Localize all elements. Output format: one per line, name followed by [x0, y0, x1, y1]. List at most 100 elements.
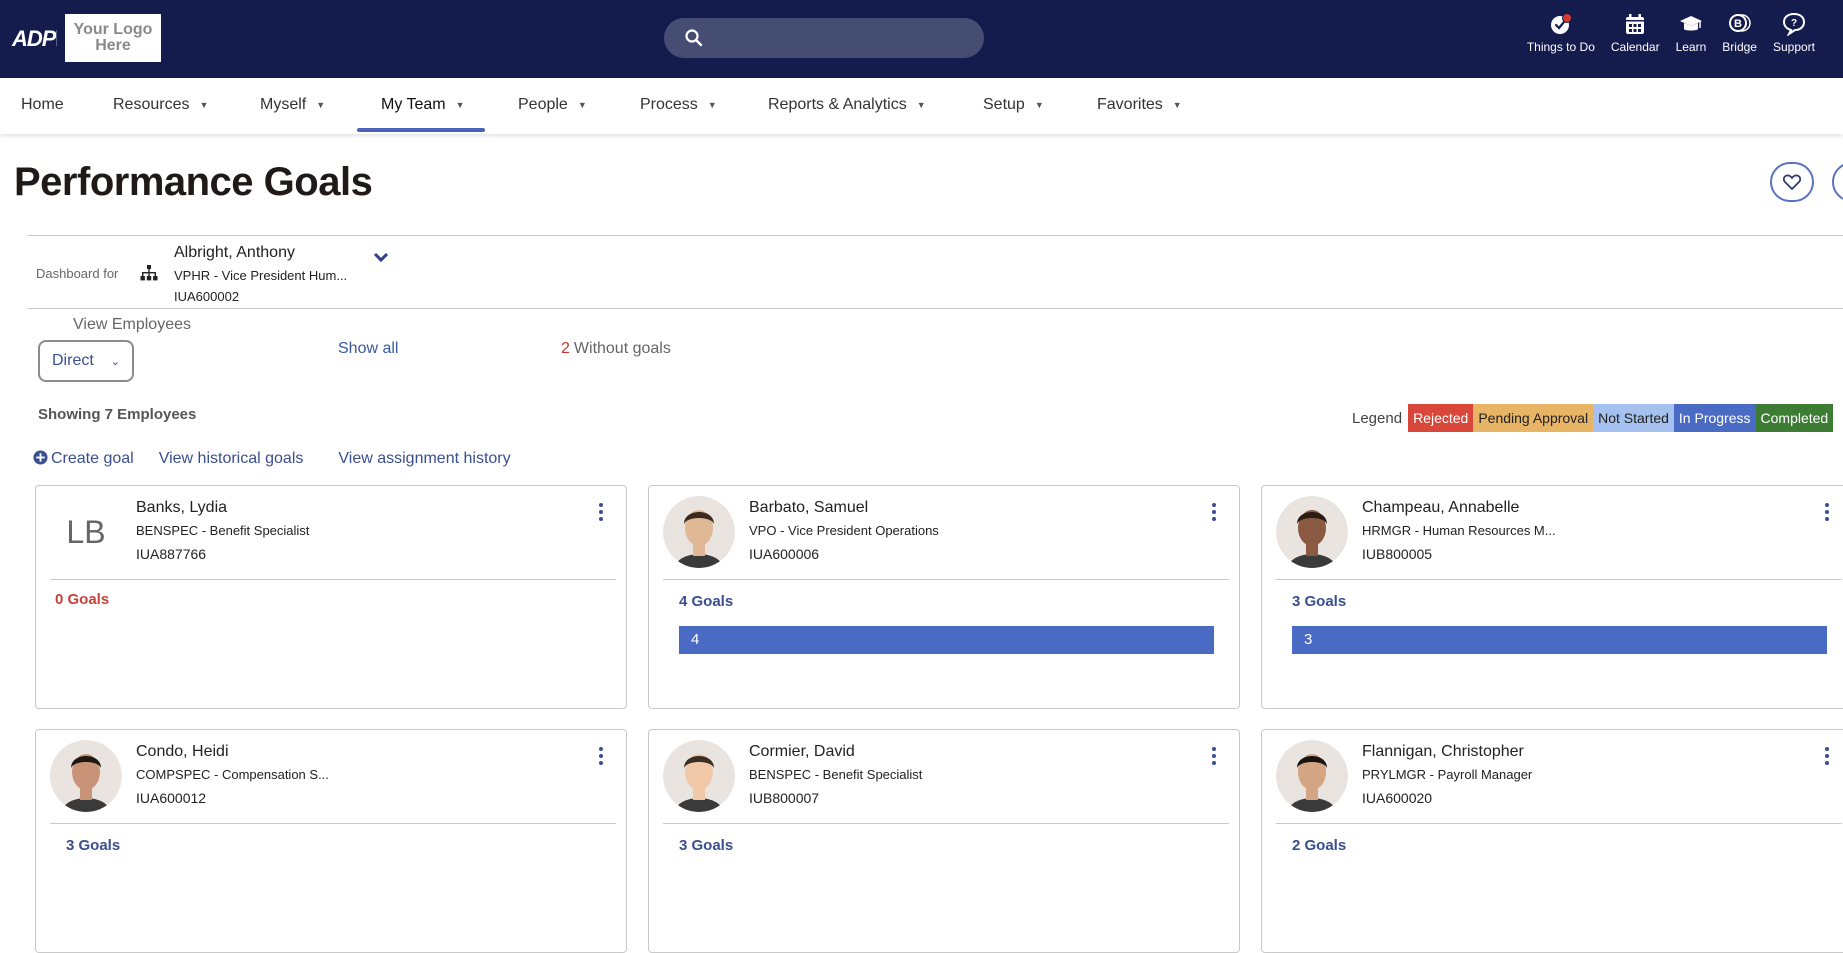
search-bar[interactable]: [664, 18, 984, 58]
employee-name[interactable]: Condo, Heidi: [136, 743, 229, 761]
things-to-do-label: Things to Do: [1526, 40, 1595, 54]
more-options-icon[interactable]: [1211, 746, 1217, 766]
more-options-icon[interactable]: [1824, 746, 1830, 766]
card-divider: [663, 579, 1229, 580]
view-employees-select[interactable]: Direct ⌄: [38, 340, 134, 382]
employee-name[interactable]: Champeau, Annabelle: [1362, 499, 1519, 517]
favorite-button[interactable]: [1770, 162, 1814, 202]
chevron-down-icon[interactable]: [372, 250, 390, 264]
nav-process-label: Process: [640, 96, 698, 114]
bridge-icon: B: [1728, 14, 1751, 32]
employee-title: BENSPEC - Benefit Specialist: [749, 767, 923, 782]
goals-count-link[interactable]: 0 Goals: [55, 591, 109, 608]
view-employees-label: View Employees: [73, 316, 191, 333]
things-to-do-button[interactable]: Things to Do: [1519, 12, 1603, 54]
graduation-cap-icon: [1679, 16, 1702, 31]
view-assignment-history-link[interactable]: View assignment history: [338, 450, 510, 468]
employee-card[interactable]: Condo, Heidi COMPSPEC - Compensation S..…: [35, 729, 627, 953]
caret-down-icon: ▼: [707, 100, 717, 110]
dashboard-employee-id: IUA600002: [174, 289, 240, 304]
employee-id: IUA600020: [1362, 790, 1433, 806]
bar-segment-in-progress[interactable]: 4: [679, 626, 1214, 654]
employee-name[interactable]: Cormier, David: [749, 743, 855, 761]
employee-photo: [1276, 496, 1348, 568]
employee-id: IUA600006: [749, 546, 820, 562]
nav-reports-label: Reports & Analytics: [768, 96, 907, 114]
card-divider: [1276, 823, 1842, 824]
nav-my-team-label: My Team: [381, 96, 446, 114]
learn-button[interactable]: Learn: [1668, 12, 1715, 54]
without-goals-count: 2: [561, 340, 570, 357]
nav-resources-label: Resources: [113, 96, 190, 114]
more-options-icon[interactable]: [598, 502, 604, 522]
nav-myself[interactable]: Myself ▼: [260, 78, 325, 134]
nav-people[interactable]: People ▼: [518, 78, 587, 134]
top-header: ADP Your Logo Here Things to Do Calendar…: [0, 0, 1843, 78]
page-action-button[interactable]: [1832, 162, 1843, 202]
avatar: [1276, 740, 1348, 812]
header-actions: Things to Do Calendar Learn B Bridge ? S…: [1519, 12, 1823, 54]
employee-card[interactable]: Champeau, Annabelle HRMGR - Human Resour…: [1261, 485, 1843, 709]
nav-resources[interactable]: Resources ▼: [113, 78, 208, 134]
nav-home-label: Home: [21, 96, 64, 113]
goals-count-link[interactable]: 2 Goals: [1292, 837, 1346, 854]
more-options-icon[interactable]: [598, 746, 604, 766]
view-historical-goals-link[interactable]: View historical goals: [159, 450, 304, 468]
dashboard-employee-title: VPHR - Vice President Hum...: [174, 268, 348, 283]
employee-title: BENSPEC - Benefit Specialist: [136, 523, 310, 538]
legend-rejected: Rejected: [1408, 404, 1474, 432]
card-divider: [50, 579, 616, 580]
nav-people-label: People: [518, 96, 568, 114]
employee-name[interactable]: Barbato, Samuel: [749, 499, 868, 517]
nav-process[interactable]: Process ▼: [640, 78, 717, 134]
employee-title: COMPSPEC - Compensation S...: [136, 767, 329, 782]
card-divider: [50, 823, 616, 824]
nav-reports-analytics[interactable]: Reports & Analytics ▼: [768, 78, 926, 134]
search-icon: [685, 29, 703, 47]
search-input[interactable]: [714, 18, 974, 58]
logo-divider: [56, 30, 57, 46]
caret-down-icon: ▼: [916, 100, 926, 110]
employee-name[interactable]: Banks, Lydia: [136, 499, 227, 517]
create-goal-button[interactable]: Create goal: [33, 450, 134, 468]
more-options-icon[interactable]: [1824, 502, 1830, 522]
employee-card[interactable]: Flannigan, Christopher PRYLMGR - Payroll…: [1261, 729, 1843, 953]
avatar-initials: LB: [66, 513, 106, 550]
calendar-icon: [1626, 14, 1645, 34]
employee-id: IUB800007: [749, 790, 820, 806]
employee-card[interactable]: Barbato, Samuel VPO - Vice President Ope…: [648, 485, 1240, 709]
nav-my-team[interactable]: My Team ▼: [357, 78, 484, 134]
employee-card[interactable]: Cormier, David BENSPEC - Benefit Special…: [648, 729, 1240, 953]
goals-count-link[interactable]: 3 Goals: [66, 837, 120, 854]
show-all-link[interactable]: Show all: [338, 340, 398, 358]
showing-count: Showing 7 Employees: [38, 406, 197, 423]
nav-favorites[interactable]: Favorites ▼: [1097, 78, 1182, 134]
goals-count-link[interactable]: 3 Goals: [1292, 593, 1346, 610]
nav-setup-label: Setup: [983, 96, 1025, 114]
more-options-icon[interactable]: [1211, 502, 1217, 522]
caret-down-icon: ▼: [199, 100, 209, 110]
bridge-button[interactable]: B Bridge: [1714, 12, 1765, 54]
bar-segment-in-progress[interactable]: 3: [1292, 626, 1827, 654]
page-title: Performance Goals: [14, 160, 373, 204]
calendar-button[interactable]: Calendar: [1603, 12, 1668, 54]
company-logo-placeholder: Your Logo Here: [65, 14, 161, 62]
dashboard-for-label: Dashboard for: [36, 266, 119, 281]
bridge-label: Bridge: [1722, 40, 1757, 54]
employee-title: VPO - Vice President Operations: [749, 523, 939, 538]
support-button[interactable]: ? Support: [1765, 12, 1823, 54]
goals-count-link[interactable]: 3 Goals: [679, 837, 733, 854]
employee-card[interactable]: LB Banks, Lydia BENSPEC - Benefit Specia…: [35, 485, 627, 709]
nav-home[interactable]: Home: [21, 78, 64, 134]
caret-down-icon: ▼: [1172, 100, 1182, 110]
without-goals-filter[interactable]: 2 Without goals: [561, 340, 671, 358]
dashboard-employee-name: Albright, Anthony: [174, 244, 295, 261]
caret-down-icon: ▼: [577, 100, 587, 110]
without-goals-label: Without goals: [573, 340, 671, 357]
goals-count-link[interactable]: 4 Goals: [679, 593, 733, 610]
employee-photo: [663, 740, 735, 812]
employee-name[interactable]: Flannigan, Christopher: [1362, 743, 1524, 761]
adp-logo[interactable]: ADP: [12, 26, 56, 52]
org-chart-icon[interactable]: [140, 264, 158, 282]
nav-setup[interactable]: Setup ▼: [983, 78, 1044, 134]
